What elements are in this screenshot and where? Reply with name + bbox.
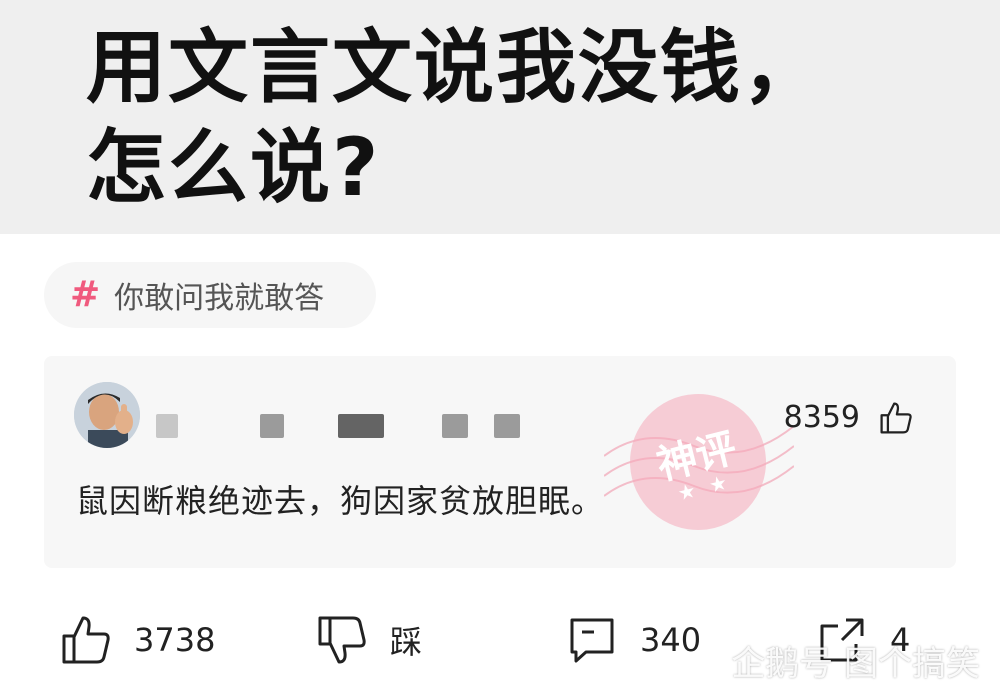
top-comment-card[interactable]: 神评 ★ ★ 8359 鼠因断粮绝迹去，狗因家贫放胆眠。 — [44, 356, 956, 568]
penguin-logo-icon — [692, 648, 718, 677]
question-title: 用文言文说我没钱， 怎么说? — [86, 18, 966, 218]
avatar-image — [74, 382, 140, 448]
dislike-button[interactable]: 踩 — [316, 614, 422, 666]
watermark-text: 企鹅号 图个搞笑 — [731, 644, 980, 684]
like-count: 3738 — [134, 621, 216, 659]
topic-tag-label: 你敢问我就敢答 — [114, 281, 325, 316]
question-title-line2: 怎么说? — [86, 121, 381, 214]
question-header: 用文言文说我没钱， 怎么说? — [0, 0, 1000, 234]
thumbs-down-icon — [318, 616, 366, 664]
comment-like-count: 8359 — [783, 400, 860, 435]
hash-icon: # — [70, 274, 101, 315]
like-button[interactable]: 3738 — [60, 614, 215, 666]
question-title-line1: 用文言文说我没钱， — [86, 21, 824, 114]
comment-text: 鼠因断粮绝迹去，狗因家贫放胆眠。 — [76, 482, 605, 520]
topic-tag[interactable]: # 你敢问我就敢答 — [44, 262, 376, 328]
watermark: 企鹅号 图个搞笑 — [687, 636, 980, 685]
thumbs-up-icon — [62, 616, 110, 664]
avatar[interactable] — [74, 382, 140, 448]
thumbs-up-icon[interactable] — [878, 400, 914, 436]
comment-button[interactable]: 340 — [566, 614, 701, 666]
comment-bubble-icon — [570, 618, 614, 663]
dislike-label: 踩 — [390, 623, 423, 661]
username-redacted[interactable] — [156, 408, 526, 440]
